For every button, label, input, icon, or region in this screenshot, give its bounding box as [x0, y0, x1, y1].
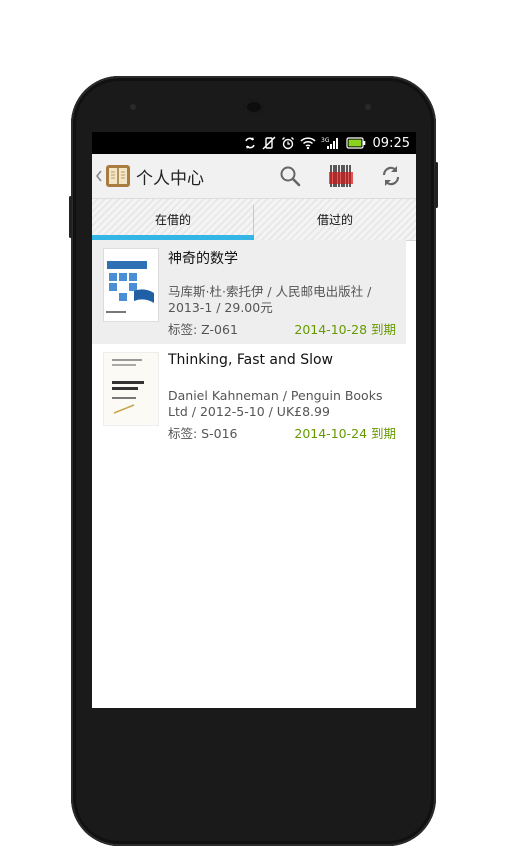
status-bar: 3G 09:25: [92, 132, 416, 154]
book-cover-image: [104, 249, 158, 321]
book-meta: Daniel Kahneman / Penguin Books Ltd / 20…: [168, 388, 383, 419]
wifi-icon: [300, 137, 316, 150]
volume-button: [69, 196, 72, 238]
svg-text:3G: 3G: [321, 137, 330, 144]
page-title: 个人中心: [136, 169, 204, 189]
front-camera: [130, 104, 136, 110]
vibrate-off-icon: [262, 136, 276, 150]
earpiece-speaker: [244, 99, 264, 115]
tab-label: 在借的: [154, 213, 191, 227]
book-tag: 标签: S-016: [168, 426, 238, 441]
book-due-date: 2014-10-24 到期: [294, 426, 396, 441]
book-cover-image: [104, 353, 158, 425]
book-due-date: 2014-10-28 到期: [294, 322, 396, 337]
proximity-sensor: [365, 104, 371, 110]
app-logo-icon: [106, 165, 130, 187]
tab-label: 借过的: [316, 213, 353, 227]
list-item[interactable]: 神奇的数学 马库斯·杜·索托伊 / 人民邮电出版社 / 2013-1 / 29.…: [92, 240, 406, 344]
book-title: Thinking, Fast and Slow: [168, 352, 334, 368]
refresh-button[interactable]: [375, 160, 407, 192]
tab-borrowed[interactable]: 借过的: [254, 199, 416, 240]
book-cover: [103, 352, 159, 426]
search-button[interactable]: [274, 160, 306, 192]
alarm-icon: [281, 137, 294, 150]
book-meta: 马库斯·杜·索托伊 / 人民邮电出版社 / 2013-1 / 29.00元: [168, 284, 372, 315]
barcode-scan-button[interactable]: [325, 160, 357, 192]
action-bar: 个人中心: [92, 154, 416, 199]
refresh-icon: [382, 166, 400, 186]
screen: 3G 09:25 个人中心 在借的 借过的 神奇的数学 马库斯·杜·索托伊 / …: [92, 132, 416, 708]
battery-icon: [345, 137, 365, 149]
book-tag: 标签: Z-061: [168, 322, 238, 337]
book-title: 神奇的数学: [168, 251, 238, 267]
home-up-button[interactable]: [92, 154, 132, 198]
book-cover: [103, 248, 159, 322]
list-item[interactable]: Thinking, Fast and Slow Daniel Kahneman …: [92, 344, 416, 448]
signal-icon: 3G: [321, 137, 338, 149]
status-clock: 09:25: [372, 135, 410, 151]
search-icon: [280, 166, 301, 187]
tab-borrowing[interactable]: 在借的: [92, 199, 254, 240]
power-button: [435, 162, 438, 208]
sync-icon: [244, 137, 255, 149]
chevron-left-icon: [95, 170, 102, 182]
barcode-scan-icon: [329, 165, 353, 187]
book-list: 神奇的数学 马库斯·杜·索托伊 / 人民邮电出版社 / 2013-1 / 29.…: [92, 240, 416, 448]
